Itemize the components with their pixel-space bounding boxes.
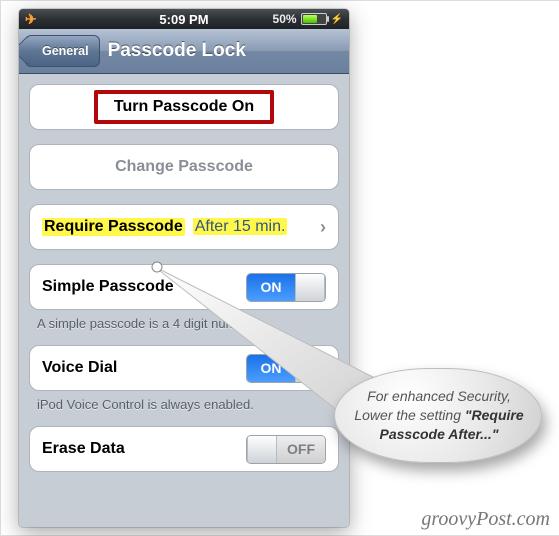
back-button[interactable]: General [25, 35, 100, 67]
voice-dial-helper: iPod Voice Control is always enabled. [29, 397, 339, 416]
group-turn-passcode: Turn Passcode On [29, 84, 339, 130]
toggle-knob [295, 274, 325, 301]
status-time: 5:09 PM [19, 12, 349, 27]
group-simple-passcode: Simple Passcode ON OFF [29, 264, 339, 310]
toggle-on-label: ON [261, 360, 282, 376]
voice-dial-toggle[interactable]: ON OFF [246, 354, 326, 383]
simple-passcode-label: Simple Passcode [42, 278, 174, 296]
group-voice-dial: Voice Dial ON OFF [29, 345, 339, 391]
turn-passcode-on-label: Turn Passcode On [94, 90, 274, 124]
annotation-callout: For enhanced Security, Lower the setting… [334, 368, 542, 463]
erase-data-label: Erase Data [42, 440, 125, 458]
simple-passcode-cell: Simple Passcode ON OFF [30, 265, 338, 309]
group-erase-data: Erase Data ON OFF [29, 426, 339, 472]
change-passcode-cell[interactable]: Change Passcode [30, 145, 338, 189]
status-bar: ✈ 5:09 PM 50% ⚡ [19, 9, 349, 29]
toggle-knob [247, 436, 277, 463]
voice-dial-label: Voice Dial [42, 359, 117, 377]
battery-icon [301, 13, 327, 25]
nav-bar: General Passcode Lock [19, 29, 349, 74]
require-passcode-cell[interactable]: Require Passcode After 15 min. › [30, 205, 338, 249]
simple-passcode-helper: A simple passcode is a 4 digit number. [29, 316, 339, 335]
toggle-on-label: ON [261, 279, 282, 295]
watermark: groovyPost.com [421, 508, 550, 531]
turn-passcode-on-cell[interactable]: Turn Passcode On [30, 85, 338, 129]
chevron-right-icon: › [320, 217, 326, 238]
page-title: Passcode Lock [108, 40, 246, 62]
toggle-knob [295, 355, 325, 382]
erase-data-toggle[interactable]: ON OFF [246, 435, 326, 464]
simple-passcode-toggle[interactable]: ON OFF [246, 273, 326, 302]
require-passcode-label: Require Passcode [42, 218, 185, 236]
voice-dial-cell: Voice Dial ON OFF [30, 346, 338, 390]
erase-data-cell: Erase Data ON OFF [30, 427, 338, 471]
settings-content: Turn Passcode On Change Passcode Require… [19, 74, 349, 527]
group-require-passcode: Require Passcode After 15 min. › [29, 204, 339, 250]
toggle-off-label: OFF [287, 441, 315, 457]
phone-frame: ✈ 5:09 PM 50% ⚡ General Passcode Lock Tu… [19, 9, 349, 527]
change-passcode-label: Change Passcode [115, 158, 253, 176]
require-passcode-value: After 15 min. [193, 218, 288, 235]
group-change-passcode: Change Passcode [29, 144, 339, 190]
